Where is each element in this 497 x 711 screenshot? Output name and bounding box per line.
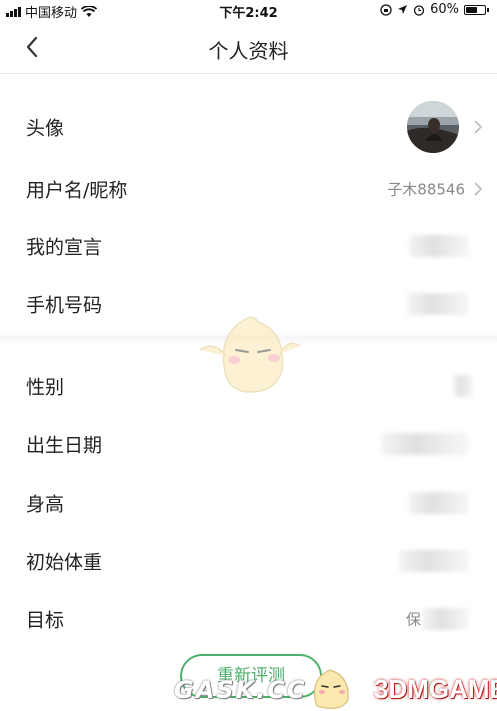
chevron-left-icon: [26, 36, 38, 58]
location-icon: [398, 5, 408, 14]
battery-icon: [464, 4, 489, 15]
avatar: [407, 101, 459, 153]
row-label: 性别: [26, 376, 65, 399]
row-birthdate[interactable]: 出生日期: [0, 415, 497, 473]
redacted-value: [381, 433, 469, 455]
row-goal[interactable]: 目标 保: [0, 590, 497, 648]
redacted-value: [409, 235, 469, 257]
page-title: 个人资料: [208, 39, 289, 63]
row-manifesto[interactable]: 我的宣言: [0, 217, 497, 275]
rotation-lock-icon: [380, 3, 392, 16]
row-label: 头像: [26, 117, 65, 140]
reevaluate-button[interactable]: 重新评测: [180, 654, 322, 698]
row-label: 身高: [26, 493, 65, 516]
row-height[interactable]: 身高: [0, 474, 497, 532]
row-label: 用户名/昵称: [26, 179, 128, 202]
redacted-value: [409, 492, 469, 514]
row-label: 初始体重: [26, 551, 103, 574]
chevron-right-icon: [474, 182, 483, 196]
row-label: 我的宣言: [26, 236, 103, 259]
row-initial-weight[interactable]: 初始体重: [0, 532, 497, 590]
goal-value: 保: [405, 610, 421, 629]
row-avatar[interactable]: 头像: [0, 96, 497, 158]
row-label: 出生日期: [26, 434, 103, 457]
chevron-right-icon: [474, 120, 483, 134]
row-label: 目标: [26, 609, 65, 632]
redacted-value: [453, 375, 473, 397]
status-bar: 中国移动 下午2:42 60%: [0, 0, 497, 21]
nav-bar: 个人资料: [0, 20, 497, 74]
username-value: 子木88546: [387, 180, 465, 199]
mascot-watermark-image: [199, 316, 301, 393]
back-button[interactable]: [20, 32, 50, 62]
row-username[interactable]: 用户名/昵称 子木88546: [0, 160, 497, 218]
redacted-value: [407, 293, 469, 315]
battery-percent: 60%: [430, 2, 459, 17]
redacted-value: [399, 550, 469, 572]
redacted-value: [423, 608, 469, 630]
watermark-3dmgame-text: 3DMGAME: [374, 674, 497, 704]
alarm-icon: [413, 4, 425, 16]
row-label: 手机号码: [26, 294, 103, 317]
status-right: 60%: [380, 2, 489, 17]
